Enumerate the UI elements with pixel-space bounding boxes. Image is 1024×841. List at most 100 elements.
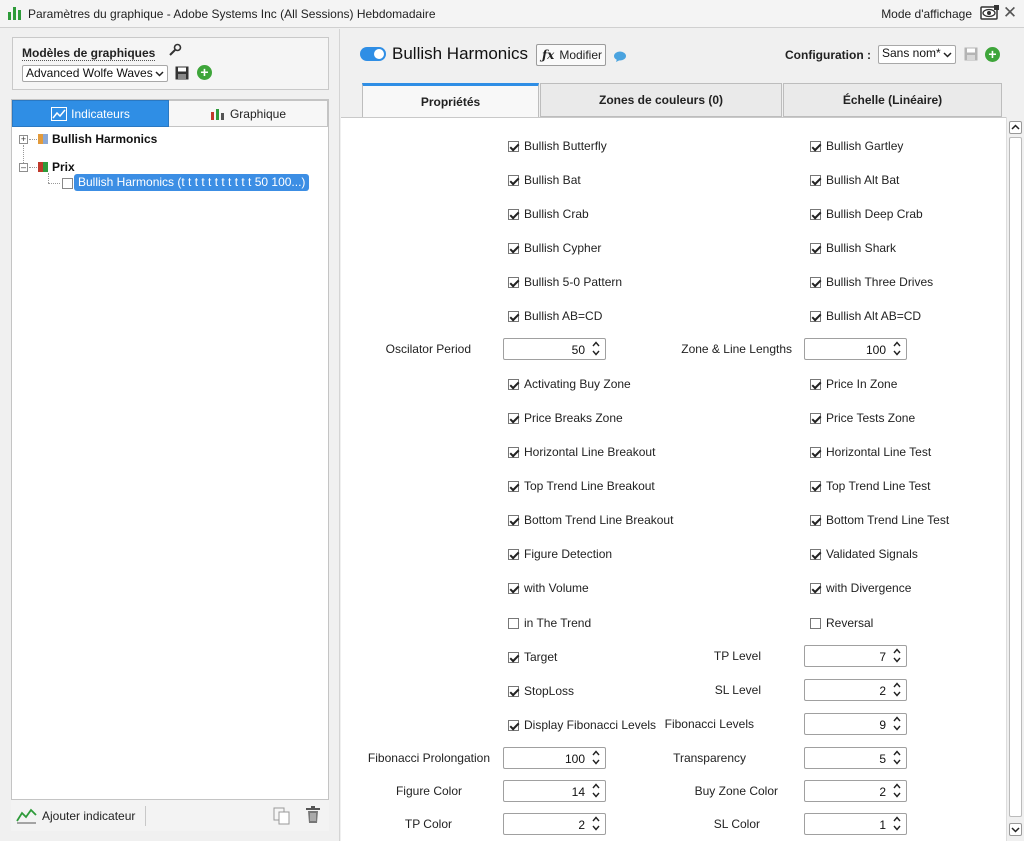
checkbox-box[interactable] (810, 140, 821, 152)
figure-color-stepper[interactable]: 14 (503, 780, 606, 802)
save-icon[interactable] (175, 66, 189, 80)
checkbox-box[interactable] (508, 276, 519, 288)
checkbox-box[interactable] (508, 685, 519, 697)
checkbox-box[interactable] (508, 242, 519, 254)
checkbox-bullish-deep-crab[interactable]: Bullish Deep Crab (810, 207, 923, 221)
decrement-icon[interactable] (588, 349, 604, 358)
close-icon[interactable]: ✕ (1002, 4, 1018, 22)
checkbox-price-tests-zone[interactable]: Price Tests Zone (810, 411, 915, 425)
tab-indicators[interactable]: Indicateurs (12, 100, 169, 127)
transparency-stepper[interactable]: 5 (804, 747, 907, 769)
checkbox-bullish-5-0[interactable]: Bullish 5-0 Pattern (508, 275, 622, 289)
decrement-icon[interactable] (889, 758, 905, 767)
template-select[interactable]: Advanced Wolfe Waves (22, 65, 168, 82)
expand-toggle-bullish[interactable]: + (19, 135, 28, 144)
checkbox-box[interactable] (810, 548, 821, 560)
decrement-icon[interactable] (889, 656, 905, 665)
wrench-icon[interactable] (168, 43, 182, 57)
tree-child-checkbox[interactable] (62, 178, 73, 189)
checkbox-box[interactable] (508, 140, 519, 152)
checkbox-box[interactable] (810, 582, 821, 594)
checkbox-box[interactable] (810, 242, 821, 254)
checkbox-bottom-trend-line-breakout[interactable]: Bottom Trend Line Breakout (508, 513, 673, 527)
checkbox-figure-detection[interactable]: Figure Detection (508, 547, 612, 561)
checkbox-box[interactable] (810, 378, 821, 390)
checkbox-box[interactable] (508, 480, 519, 492)
checkbox-box[interactable] (508, 548, 519, 560)
checkbox-target[interactable]: Target (508, 650, 557, 664)
tree-item-bullish-harmonics-child[interactable]: Bullish Harmonics (t t t t t t t t t t t… (74, 174, 310, 191)
checkbox-horizontal-line-breakout[interactable]: Horizontal Line Breakout (508, 445, 655, 459)
decrement-icon[interactable] (889, 690, 905, 699)
add-template-icon[interactable]: + (197, 65, 212, 80)
eye-icon[interactable] (980, 5, 1000, 21)
decrement-icon[interactable] (588, 791, 604, 800)
checkbox-validated-signals[interactable]: Validated Signals (810, 547, 918, 561)
scroll-up-icon[interactable] (1009, 121, 1022, 134)
tab-scale[interactable]: Échelle (Linéaire) (783, 83, 1002, 117)
checkbox-box[interactable] (508, 651, 519, 663)
checkbox-bullish-bat[interactable]: Bullish Bat (508, 173, 581, 187)
increment-icon[interactable] (588, 749, 604, 758)
checkbox-box[interactable] (508, 208, 519, 220)
checkbox-bullish-three-drives[interactable]: Bullish Three Drives (810, 275, 933, 289)
tree-item-prix[interactable]: Prix (52, 160, 75, 174)
checkbox-box[interactable] (810, 617, 821, 629)
stepper-buttons[interactable] (588, 749, 604, 767)
properties-scrollbar[interactable] (1006, 117, 1024, 841)
oscillator-period-stepper[interactable]: 50 (503, 338, 606, 360)
increment-icon[interactable] (588, 340, 604, 349)
increment-icon[interactable] (889, 782, 905, 791)
checkbox-box[interactable] (810, 174, 821, 186)
comment-icon[interactable] (613, 51, 627, 63)
checkbox-box[interactable] (508, 446, 519, 458)
checkbox-activating-buy-zone[interactable]: Activating Buy Zone (508, 377, 631, 391)
sl-color-stepper[interactable]: 1 (804, 813, 907, 835)
increment-icon[interactable] (889, 340, 905, 349)
checkbox-bottom-trend-line-test[interactable]: Bottom Trend Line Test (810, 513, 949, 527)
tp-color-stepper[interactable]: 2 (503, 813, 606, 835)
scroll-down-icon[interactable] (1009, 823, 1022, 836)
increment-icon[interactable] (889, 715, 905, 724)
stepper-buttons[interactable] (588, 340, 604, 358)
increment-icon[interactable] (889, 647, 905, 656)
checkbox-with-volume[interactable]: with Volume (508, 581, 589, 595)
stepper-buttons[interactable] (889, 681, 905, 699)
checkbox-box[interactable] (810, 480, 821, 492)
decrement-icon[interactable] (588, 824, 604, 833)
fibonacci-prolongation-stepper[interactable]: 100 (503, 747, 606, 769)
zone-line-lengths-stepper[interactable]: 100 (804, 338, 907, 360)
checkbox-box[interactable] (508, 174, 519, 186)
checkbox-bullish-butterfly[interactable]: Bullish Butterfly (508, 139, 607, 153)
checkbox-box[interactable] (508, 310, 519, 322)
checkbox-reversal[interactable]: Reversal (810, 616, 873, 630)
buy-zone-color-stepper[interactable]: 2 (804, 780, 907, 802)
checkbox-horizontal-line-test[interactable]: Horizontal Line Test (810, 445, 931, 459)
checkbox-box[interactable] (508, 719, 519, 731)
checkbox-top-trend-line-breakout[interactable]: Top Trend Line Breakout (508, 479, 655, 493)
checkbox-box[interactable] (508, 582, 519, 594)
checkbox-box[interactable] (810, 310, 821, 322)
sl-level-stepper[interactable]: 2 (804, 679, 907, 701)
checkbox-bullish-gartley[interactable]: Bullish Gartley (810, 139, 903, 153)
view-mode-label[interactable]: Mode d'affichage (881, 7, 972, 21)
checkbox-in-the-trend[interactable]: in The Trend (508, 616, 591, 630)
decrement-icon[interactable] (588, 758, 604, 767)
checkbox-box[interactable] (810, 208, 821, 220)
indicator-enabled-toggle[interactable] (360, 47, 386, 61)
checkbox-box[interactable] (810, 276, 821, 288)
collapse-toggle-prix[interactable]: – (19, 163, 28, 172)
increment-icon[interactable] (889, 681, 905, 690)
increment-icon[interactable] (588, 782, 604, 791)
decrement-icon[interactable] (889, 349, 905, 358)
stepper-buttons[interactable] (889, 815, 905, 833)
stepper-buttons[interactable] (889, 647, 905, 665)
trash-icon[interactable] (305, 806, 321, 824)
modify-button[interactable]: ƒx Modifier (536, 44, 606, 66)
checkbox-box[interactable] (508, 412, 519, 424)
stepper-buttons[interactable] (588, 782, 604, 800)
add-indicator-button[interactable]: Ajouter indicateur (16, 807, 135, 825)
checkbox-price-breaks-zone[interactable]: Price Breaks Zone (508, 411, 623, 425)
decrement-icon[interactable] (889, 824, 905, 833)
checkbox-display-fibonacci-levels[interactable]: Display Fibonacci Levels (508, 718, 656, 732)
